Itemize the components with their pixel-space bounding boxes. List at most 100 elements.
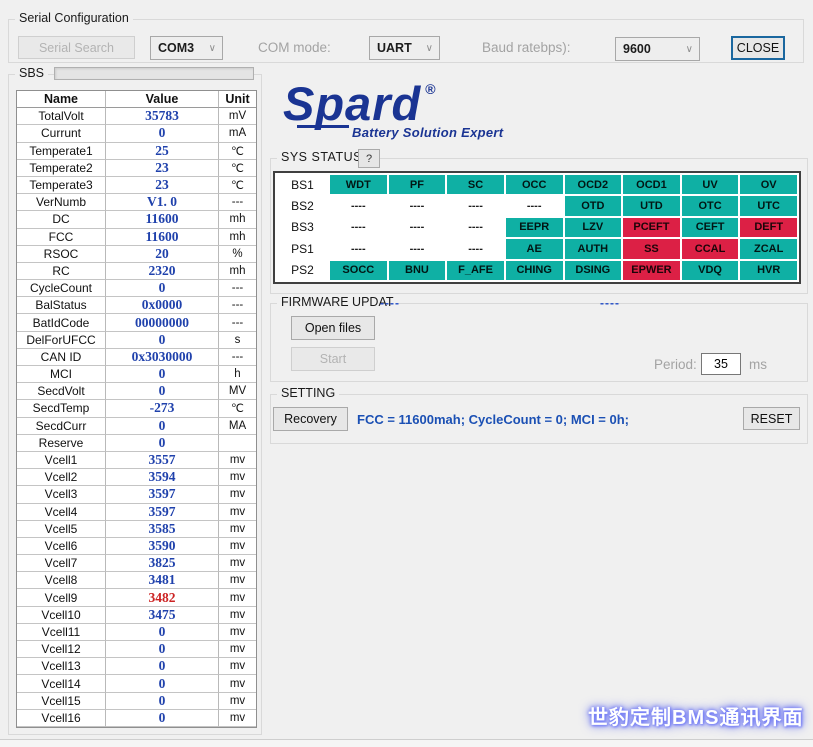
chevron-down-icon: ∨ (209, 43, 222, 54)
status-cell-pceft: PCEFT (623, 218, 680, 237)
sbs-row-value: 0 (106, 710, 219, 727)
com-port-select[interactable]: COM3 ∨ (150, 36, 223, 60)
sbs-row-unit: --- (219, 194, 256, 211)
open-files-button[interactable]: Open files (291, 316, 375, 340)
sbs-row-name: CycleCount (17, 280, 106, 297)
sbs-row-unit: mv (219, 624, 256, 641)
sbs-row-value: 3481 (106, 572, 219, 589)
reset-button-label: RESET (751, 412, 793, 426)
sbs-row-value: 35783 (106, 108, 219, 125)
sbs-row-value: 3585 (106, 521, 219, 538)
sbs-row-value: V1. 0 (106, 194, 219, 211)
status-row-label-bs2: BS2 (277, 196, 328, 215)
sbs-row-unit: ℃ (219, 177, 256, 194)
help-button[interactable]: ? (358, 149, 380, 168)
status-cell-ceft: CEFT (682, 218, 739, 237)
help-button-label: ? (366, 153, 372, 165)
sbs-row-name: DelForUFCC (17, 332, 106, 349)
sbs-row-value: 11600 (106, 211, 219, 228)
status-row-label-ps1: PS1 (277, 239, 328, 258)
sbs-row-unit: mh (219, 263, 256, 280)
sbs-row-name: FCC (17, 229, 106, 246)
serial-configuration-title: Serial Configuration (15, 11, 133, 25)
sbs-row-value: 0 (106, 435, 219, 452)
status-cell-socc: SOCC (330, 261, 387, 280)
sbs-row-unit: mV (219, 108, 256, 125)
com-mode-select[interactable]: UART ∨ (369, 36, 440, 60)
status-cell-ov: OV (740, 175, 797, 194)
firmware-status-dash-1: ---- (380, 296, 400, 310)
sbs-row-unit: mh (219, 211, 256, 228)
sbs-row-value: -273 (106, 400, 219, 417)
status-cell-dsing: DSING (565, 261, 622, 280)
serial-search-button[interactable]: Serial Search (18, 36, 135, 59)
sbs-row-unit: mv (219, 572, 256, 589)
status-cell-utc: UTC (740, 196, 797, 215)
sbs-row-unit: mh (219, 229, 256, 246)
sbs-row-unit: mv (219, 658, 256, 675)
sbs-row-value: 0 (106, 366, 219, 383)
close-button[interactable]: CLOSE (731, 36, 785, 60)
sbs-row-name: Vcell10 (17, 607, 106, 624)
sbs-row-value: 0 (106, 675, 219, 692)
com-mode-label: COM mode: (258, 40, 331, 55)
firmware-status-dash-2: ---- (600, 296, 620, 310)
sys-status-title: SYS STATUS (277, 150, 366, 164)
sbs-row-value: 0 (106, 658, 219, 675)
sbs-row-name: Currunt (17, 125, 106, 142)
sbs-row-unit: MA (219, 418, 256, 435)
reset-button[interactable]: RESET (743, 407, 800, 430)
sbs-row-name: Vcell3 (17, 486, 106, 503)
setting-title: SETTING (277, 386, 339, 400)
status-cell-pf: PF (389, 175, 446, 194)
status-row-label-ps2: PS2 (277, 261, 328, 280)
sbs-row-name: Vcell13 (17, 658, 106, 675)
sbs-row-name: Vcell16 (17, 710, 106, 727)
status-cell-empty: ---- (330, 196, 387, 215)
chevron-down-icon: ∨ (686, 44, 699, 55)
sbs-row-unit: --- (219, 280, 256, 297)
sbs-row-name: CAN ID (17, 349, 106, 366)
sbs-row-unit: ℃ (219, 160, 256, 177)
status-cell-empty: ---- (330, 218, 387, 237)
sbs-row-name: Vcell5 (17, 521, 106, 538)
sbs-row-value: 3590 (106, 538, 219, 555)
sbs-row-value: 0 (106, 641, 219, 658)
sbs-row-name: RSOC (17, 246, 106, 263)
setting-info-text: FCC = 11600mah; CycleCount = 0; MCI = 0h… (357, 412, 629, 427)
status-cell-eepr: EEPR (506, 218, 563, 237)
spard-logo: Spard® Battery Solution Expert (283, 80, 503, 140)
sbs-row-value: 0 (106, 693, 219, 710)
sbs-row-unit: MV (219, 383, 256, 400)
sbs-row-unit: mv (219, 641, 256, 658)
sbs-row-name: Vcell1 (17, 452, 106, 469)
status-cell-zcal: ZCAL (740, 239, 797, 258)
sbs-row-name: Vcell6 (17, 538, 106, 555)
recovery-button[interactable]: Recovery (273, 407, 348, 431)
sbs-row-value: 0 (106, 125, 219, 142)
baud-rate-label: Baud ratebps): (482, 40, 571, 55)
watermark-text: 世豹定制BMS通讯界面 (588, 701, 803, 730)
sbs-row-name: DC (17, 211, 106, 228)
status-cell-auth: AUTH (565, 239, 622, 258)
status-cell-ss: SS (623, 239, 680, 258)
sbs-row-name: Temperate2 (17, 160, 106, 177)
logo-brand-text: Spard (283, 77, 421, 130)
sbs-row-unit: mv (219, 710, 256, 727)
status-cell-empty: ---- (389, 196, 446, 215)
status-cell-otd: OTD (565, 196, 622, 215)
sbs-row-value: 0 (106, 332, 219, 349)
sbs-row-unit: mv (219, 486, 256, 503)
sbs-row-name: Vcell14 (17, 675, 106, 692)
sbs-row-name: Vcell2 (17, 469, 106, 486)
baud-rate-select[interactable]: 9600 ∨ (615, 37, 700, 61)
status-cell-uv: UV (682, 175, 739, 194)
open-files-label: Open files (305, 321, 361, 335)
sbs-progress-bar (54, 67, 254, 80)
period-input[interactable] (701, 353, 741, 375)
start-button[interactable]: Start (291, 347, 375, 371)
sbs-row-name: VerNumb (17, 194, 106, 211)
sbs-row-name: SecdVolt (17, 383, 106, 400)
registered-trademark-icon: ® (425, 81, 435, 97)
sbs-row-name: Vcell11 (17, 624, 106, 641)
